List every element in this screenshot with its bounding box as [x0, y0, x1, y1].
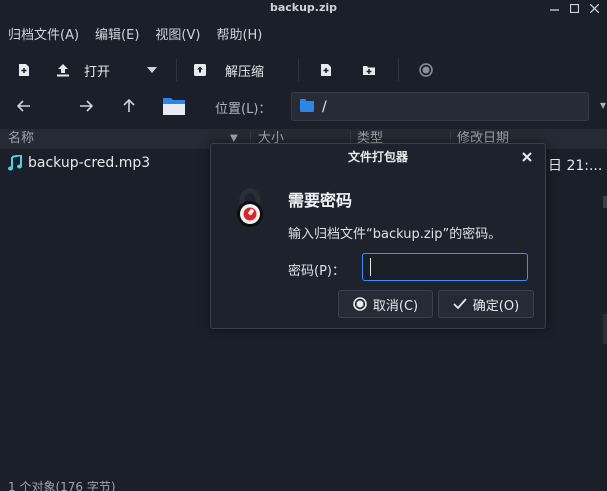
file-name: backup-cred.mp3	[28, 155, 151, 171]
dialog-message: 输入归档文件“backup.zip”的密码。	[288, 227, 502, 242]
dialog-close-button[interactable]	[519, 149, 535, 165]
scrollbar-fragment[interactable]	[603, 314, 607, 344]
open-label: 打开	[84, 64, 111, 80]
close-icon	[522, 152, 532, 162]
upload-icon	[57, 64, 69, 77]
back-button[interactable]	[12, 94, 36, 118]
location-path: /	[322, 98, 327, 115]
toolbar-separator	[298, 59, 299, 81]
menu-help[interactable]: 帮助(H)	[208, 24, 270, 48]
location-label: 位置(L)：	[215, 102, 272, 117]
ok-button[interactable]: 确定(O)	[438, 290, 534, 318]
add-file-icon	[321, 64, 331, 76]
cancel-label: 取消(C)	[372, 298, 419, 314]
checkmark-icon	[453, 298, 467, 310]
cancel-button[interactable]: 取消(C)	[338, 290, 433, 318]
chevron-down-icon	[147, 67, 157, 73]
password-input[interactable]	[362, 253, 528, 281]
menu-bar: 归档文件(A) 编辑(E) 视图(V) 帮助(H)	[0, 24, 270, 48]
lock-icon	[237, 188, 263, 227]
chevron-down-icon[interactable]: ▾	[600, 98, 606, 112]
minimize-icon[interactable]	[549, 2, 559, 14]
folder-icon	[300, 99, 314, 112]
toolbar: 打开 解压缩	[0, 54, 607, 86]
music-file-icon	[8, 155, 22, 171]
forward-button[interactable]	[74, 94, 98, 118]
extract-label: 解压缩	[225, 64, 265, 80]
folder-icon	[163, 98, 185, 115]
text-caret	[370, 258, 371, 276]
scrollbar-fragment[interactable]	[603, 196, 607, 208]
new-archive-button[interactable]	[12, 56, 36, 84]
open-dropdown-button[interactable]	[142, 56, 162, 84]
file-date: 日 21:...	[548, 158, 603, 174]
arrow-up-icon	[123, 99, 135, 112]
dialog-title: 文件打包器	[347, 150, 408, 164]
ok-label: 确定(O)	[472, 298, 520, 314]
stop-icon	[353, 297, 367, 311]
title-bar: backup.zip	[0, 0, 607, 18]
add-folder-icon	[363, 66, 375, 75]
column-name[interactable]: 名称	[8, 129, 34, 149]
password-dialog: 文件打包器 需要密码 输入归档文件“backup.zip”的密码。 密码(P)：…	[210, 143, 546, 329]
close-window-icon[interactable]	[589, 2, 599, 14]
maximize-icon[interactable]	[569, 2, 579, 14]
password-label: 密码(P)：	[288, 264, 345, 279]
menu-view[interactable]: 视图(V)	[147, 24, 208, 48]
dialog-heading: 需要密码	[288, 191, 353, 210]
menu-archive[interactable]: 归档文件(A)	[0, 24, 87, 48]
stop-button[interactable]	[414, 56, 438, 84]
new-file-icon	[19, 64, 29, 76]
toolbar-separator	[176, 59, 177, 81]
toolbar-separator	[398, 59, 399, 81]
arrow-left-icon	[17, 100, 30, 112]
menu-edit[interactable]: 编辑(E)	[87, 24, 147, 48]
navigation-bar: 位置(L)： / ▾	[0, 90, 607, 122]
location-field[interactable]: /	[291, 92, 589, 121]
up-button[interactable]	[117, 94, 141, 118]
home-folder-button[interactable]	[161, 94, 187, 118]
arrow-right-icon	[80, 100, 93, 112]
extract-button[interactable]: 解压缩	[193, 56, 283, 84]
window-controls	[549, 0, 599, 16]
extract-icon	[194, 64, 206, 76]
status-bar: 1 个对象(176 字节)	[8, 480, 116, 491]
add-folder-button[interactable]	[357, 56, 381, 84]
add-file-button[interactable]	[314, 56, 338, 84]
window-title: backup.zip	[269, 1, 338, 14]
open-button[interactable]: 打开	[56, 56, 126, 84]
stop-icon	[419, 63, 433, 77]
